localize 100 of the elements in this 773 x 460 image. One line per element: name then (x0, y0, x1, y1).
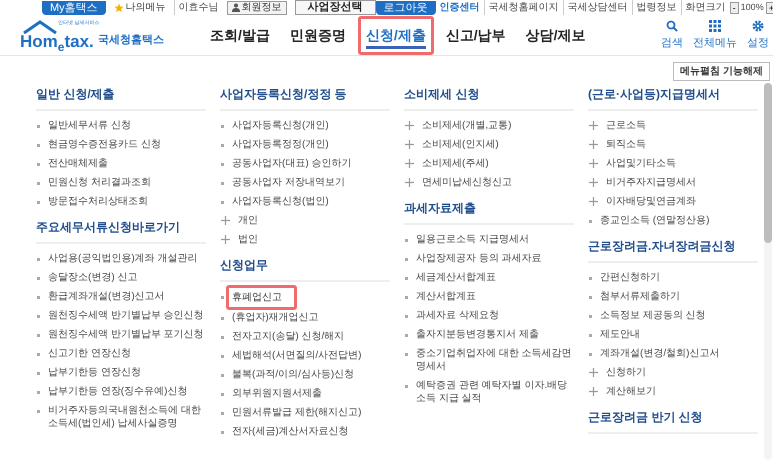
plus-icon (221, 216, 230, 225)
top-link[interactable]: 국세상담센터 (562, 0, 628, 15)
top-link[interactable]: 로그아웃 (376, 0, 436, 14)
nav-tab[interactable]: 조회/발급 (202, 16, 278, 55)
bullet-icon (37, 201, 40, 204)
bullet-icon (221, 144, 224, 147)
menu-link[interactable]: 사업용(공익법인용)계좌 개설관리 (48, 252, 198, 265)
top-link[interactable]: 화면크기 (680, 0, 726, 15)
menu-link[interactable]: 방문접수처리상태조회 (48, 195, 148, 208)
collapse-menu-button[interactable]: 메뉴펼침 기능해제 (673, 62, 770, 81)
top-link[interactable]: 이효수님 (174, 0, 219, 15)
menu-link[interactable]: 불복(과적/이의/심사등)신청 (232, 368, 354, 381)
menu-link[interactable]: 계산서합계표 (416, 290, 476, 303)
menu-link[interactable]: 과세자료 삭제요청 (416, 309, 499, 322)
bullet-icon (37, 353, 40, 356)
business-select-button[interactable]: 사업장선택 (294, 0, 376, 15)
menu-link[interactable]: 전자(세금)계산서자료신청 (232, 425, 349, 438)
menu-link[interactable]: 중소기업취업자에 대한 소득세감면명세서 (416, 347, 574, 373)
scrollbar-track[interactable] (764, 83, 772, 460)
bullet-icon (221, 336, 224, 339)
menu-link[interactable]: 근로소득 (606, 119, 646, 132)
menu-link[interactable]: 사업자등록정정(개인) (232, 138, 329, 151)
person-icon (232, 3, 240, 12)
plus-icon (405, 178, 414, 187)
toolbar-button[interactable]: 검색 (661, 20, 683, 52)
menu-link[interactable]: 퇴직소득 (606, 138, 646, 151)
top-link[interactable]: My홈택스 (42, 0, 106, 14)
section-heading: (근로·사업등)지급명세서 (588, 85, 758, 111)
menu-link[interactable]: 현금영수증전용카드 신청 (48, 138, 161, 151)
menu-link[interactable]: 계산해보기 (606, 385, 656, 398)
menu-link[interactable]: 계좌개설(변경/철회)신고서 (600, 347, 720, 360)
menu-link[interactable]: 전산매체제출 (48, 157, 108, 170)
nav-tab[interactable]: 상담/제보 (518, 16, 594, 55)
top-link[interactable]: 나의메뉴 (126, 0, 166, 15)
menu-link[interactable]: 소득정보 제공동의 신청 (600, 309, 706, 322)
menu-link[interactable]: 신청하기 (606, 366, 646, 379)
menu-link[interactable]: 면세미납세신청신고 (422, 176, 512, 189)
menu-link[interactable]: 외부위원지원서제출 (232, 387, 322, 400)
menu-link[interactable]: 출자지분등변경통지서 제출 (416, 328, 539, 341)
menu-link[interactable]: 송달장소(변경) 신고 (48, 271, 138, 284)
zoom-out-button[interactable]: - (730, 2, 739, 14)
menu-link[interactable]: 소비제세(주세) (422, 157, 489, 170)
menu-link[interactable]: 법인 (238, 233, 258, 246)
menu-link[interactable]: 세금계산서합계표 (416, 271, 496, 284)
menu-link[interactable]: 예탁증권 관련 예탁자별 이자.배당소득 지급 실적 (416, 379, 574, 405)
member-info-button[interactable]: 회원정보 (226, 0, 287, 14)
star-icon (114, 2, 124, 12)
menu-link[interactable]: 소비제세(인지세) (422, 138, 499, 151)
top-link[interactable]: 인증센터 (440, 0, 480, 15)
menu-link[interactable]: 환급계좌개설(변경)신고서 (48, 290, 165, 303)
section-heading: 사업자등록신청/정정 등 (220, 85, 390, 111)
menu-link[interactable]: 민원서류발급 제한(해지신고) (232, 406, 362, 419)
menu-link[interactable]: 제도안내 (600, 328, 640, 341)
menu-link[interactable]: 사업자등록신청(법인) (232, 195, 329, 208)
menu-link[interactable]: 일용근로소득 지급명세서 (416, 233, 529, 246)
bullet-icon (221, 355, 224, 358)
menu-link[interactable]: 간편신청하기 (600, 271, 660, 284)
menu-link[interactable]: 민원신청 처리결과조회 (48, 176, 151, 189)
search-icon (666, 20, 678, 32)
scrollbar-thumb[interactable] (764, 83, 772, 243)
menu-link[interactable]: 이자배당및연금계좌 (606, 195, 696, 208)
menu-link[interactable]: (휴업자)재개업신고 (232, 311, 319, 324)
menu-link[interactable]: 휴폐업신고 (226, 285, 297, 310)
nav-tab[interactable]: 신청/제출 (358, 16, 434, 55)
menu-link[interactable]: 소비제세(개별,교통) (422, 119, 512, 132)
top-link[interactable]: 국세청홈페이지 (484, 0, 559, 15)
menu-link[interactable]: 일반세무서류 신청 (48, 119, 131, 132)
menu-link[interactable]: 공동사업자 저장내역보기 (232, 176, 345, 189)
menu-link[interactable]: 납부기한등 연장신청 (48, 366, 141, 379)
menu-link[interactable]: 개인 (238, 214, 258, 227)
plus-icon (589, 178, 598, 187)
nav-tab[interactable]: 민원증명 (282, 16, 354, 55)
toolbar-button[interactable]: 전체메뉴 (693, 20, 737, 52)
menu-link[interactable]: 원천징수세액 반기별납부 포기신청 (48, 328, 204, 341)
bullet-icon (405, 385, 408, 388)
menu-link[interactable]: 사업자등록신청(개인) (232, 119, 329, 132)
bullet-icon (221, 431, 224, 434)
menu-link[interactable]: 종교인소득 (연말정산용) (600, 214, 710, 227)
bullet-icon (37, 315, 40, 318)
bullet-icon (589, 220, 592, 223)
menu-link[interactable]: 첨부서류제출하기 (600, 290, 680, 303)
toolbar-button[interactable]: 설정 (747, 20, 769, 52)
menu-link[interactable]: 비거주자등의국내원천소득에 대한 소득세(법인세) 납세사실증명 (48, 404, 206, 430)
menu-link[interactable]: 전자고지(송달) 신청/해지 (232, 330, 344, 343)
bullet-icon (405, 258, 408, 261)
menu-link[interactable]: 세법해석(서면질의/사전답변) (232, 349, 362, 362)
bullet-icon (37, 163, 40, 166)
menu-link[interactable]: 납부기한등 연장(징수유예)신청 (48, 385, 188, 398)
menu-link[interactable]: 사업장제공자 등의 과세자료 (416, 252, 542, 265)
menu-link[interactable]: 신고기한 연장신청 (48, 347, 131, 360)
menu-link[interactable]: 비거주자지급명세서 (606, 176, 696, 189)
bullet-icon (37, 410, 40, 413)
bullet-icon (589, 315, 592, 318)
menu-link[interactable]: 사업및기타소득 (606, 157, 676, 170)
zoom-value: 100% (740, 0, 764, 14)
menu-link[interactable]: 공동사업자(대표) 승인하기 (232, 157, 352, 170)
top-link[interactable]: 법령정보 (632, 0, 677, 15)
menu-link[interactable]: 원천징수세액 반기별납부 승인신청 (48, 309, 204, 322)
nav-tab[interactable]: 신고/납부 (438, 16, 514, 55)
bullet-icon (221, 412, 224, 415)
